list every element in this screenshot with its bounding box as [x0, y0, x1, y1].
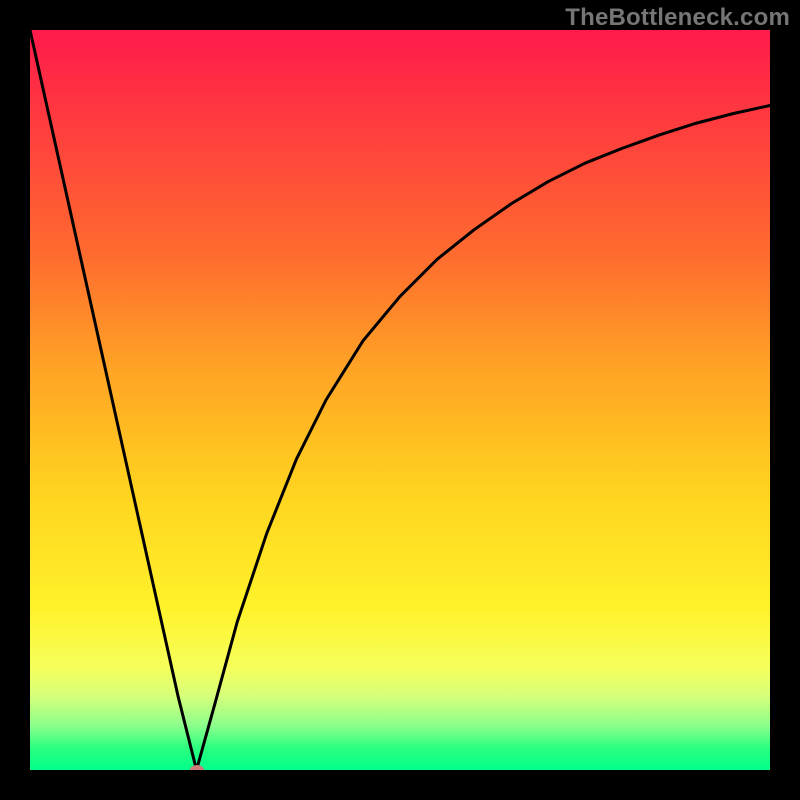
- watermark-text: TheBottleneck.com: [565, 4, 790, 32]
- curve-path: [30, 30, 770, 770]
- chart-frame: TheBottleneck.com: [0, 0, 800, 800]
- minimum-marker-icon: [190, 765, 204, 770]
- plot-area: [30, 30, 770, 770]
- curve-layer: [30, 30, 770, 770]
